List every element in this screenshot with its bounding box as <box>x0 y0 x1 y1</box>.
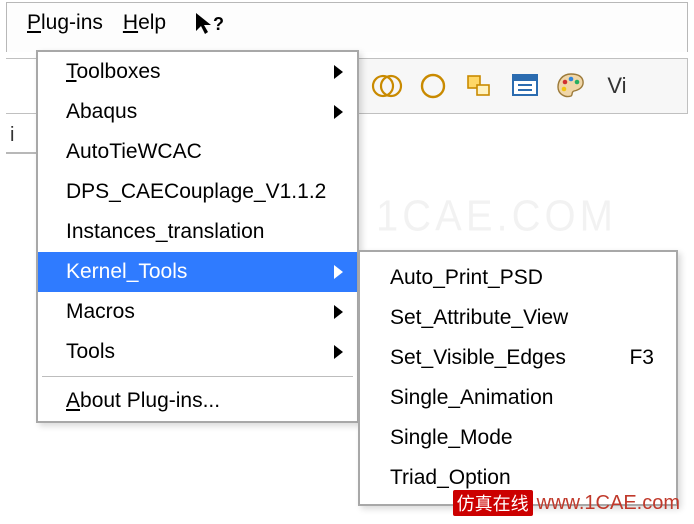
menu-item-tools[interactable]: Tools <box>38 332 357 372</box>
svg-text:?: ? <box>213 14 224 34</box>
toolbar-circle-icon[interactable] <box>412 65 454 107</box>
menu-item-toolboxes[interactable]: Toolboxes <box>38 52 357 92</box>
menu-item-macros[interactable]: Macros <box>38 292 357 332</box>
submenu-item-single-mode[interactable]: Single_Mode <box>360 418 676 458</box>
submenu-item-set-visible-edges[interactable]: Set_Visible_Edges F3 <box>360 338 676 378</box>
whats-this-icon[interactable]: ? <box>194 11 224 37</box>
kernel-tools-submenu: Auto_Print_PSD Set_Attribute_View Set_Vi… <box>358 250 678 506</box>
submenu-item-set-attribute-view[interactable]: Set_Attribute_View <box>360 298 676 338</box>
menu-separator <box>42 376 353 377</box>
menubar: Plug-ins Help ? <box>7 3 687 39</box>
submenu-accelerator: F3 <box>629 346 654 370</box>
toolbar-palette-icon[interactable] <box>550 65 592 107</box>
menu-item-instances-translation[interactable]: Instances_translation <box>38 212 357 252</box>
menu-help[interactable]: Help <box>113 9 176 39</box>
toolbar-window-icon[interactable] <box>504 65 546 107</box>
plugins-dropdown: Toolboxes Abaqus AutoTieWCAC DPS_CAECoup… <box>36 50 359 423</box>
submenu-item-triad-option[interactable]: Triad_Option <box>360 458 676 498</box>
menu-item-dps-caecouplage[interactable]: DPS_CAECouplage_V1.1.2 <box>38 172 357 212</box>
menu-item-kernel-tools[interactable]: Kernel_Tools <box>38 252 357 292</box>
submenu-item-auto-print-psd[interactable]: Auto_Print_PSD <box>360 258 676 298</box>
menu-item-autotiewcac[interactable]: AutoTieWCAC <box>38 132 357 172</box>
menu-item-about-plugins[interactable]: About Plug-ins... <box>38 381 357 421</box>
toolbar-circles-overlap-icon[interactable] <box>366 65 408 107</box>
menu-plugins[interactable]: Plug-ins <box>17 9 113 39</box>
toolbar-shapes-icon[interactable] <box>458 65 500 107</box>
menu-item-abaqus[interactable]: Abaqus <box>38 92 357 132</box>
toolbar-trailing-text[interactable]: Vi <box>596 65 638 107</box>
submenu-item-single-animation[interactable]: Single_Animation <box>360 378 676 418</box>
secondary-bar-fragment: i <box>10 124 14 147</box>
watermark-faint: 1CAE.COM <box>376 192 617 242</box>
